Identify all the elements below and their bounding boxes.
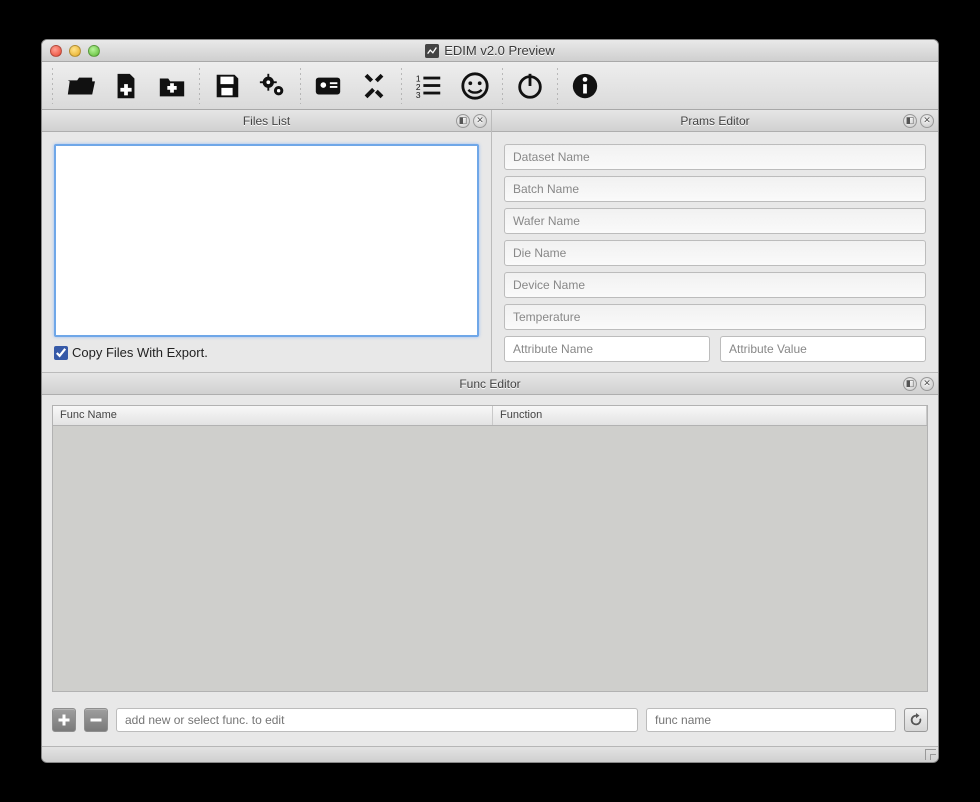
func-name-input[interactable] [646, 708, 896, 732]
tools-button[interactable] [355, 67, 393, 105]
refresh-icon [909, 713, 923, 727]
toolbar: 123 [42, 62, 938, 110]
func-table-header: Func Name Function [53, 406, 927, 426]
popout-panel-button[interactable]: ◧ [903, 114, 917, 128]
folder-open-icon [65, 71, 95, 101]
func-panel-header: Func Editor ◧ ✕ [42, 373, 938, 395]
id-card-button[interactable] [309, 67, 347, 105]
refresh-func-button[interactable] [904, 708, 928, 732]
app-icon [425, 44, 439, 58]
smile-icon [460, 71, 490, 101]
close-panel-button[interactable]: ✕ [473, 114, 487, 128]
func-panel-body: Func Name Function [42, 395, 938, 746]
toolbar-separator [300, 68, 301, 104]
id-card-icon [313, 71, 343, 101]
toolbar-separator [52, 68, 53, 104]
attribute-value-input[interactable] [720, 336, 926, 362]
add-func-button[interactable] [52, 708, 76, 732]
close-window-button[interactable] [50, 45, 62, 57]
popout-panel-button[interactable]: ◧ [903, 377, 917, 391]
function-column-header[interactable]: Function [493, 406, 927, 425]
toolbar-separator [199, 68, 200, 104]
copy-files-checkbox[interactable] [54, 346, 68, 360]
save-button[interactable] [208, 67, 246, 105]
prams-panel-title: Prams Editor [680, 114, 749, 128]
file-plus-icon [111, 71, 141, 101]
new-file-button[interactable] [107, 67, 145, 105]
folder-plus-icon [157, 71, 187, 101]
device-name-input[interactable] [504, 272, 926, 298]
func-edit-input[interactable] [116, 708, 638, 732]
func-table-body[interactable] [53, 426, 927, 691]
files-panel-title: Files List [243, 114, 290, 128]
window-controls [50, 45, 100, 57]
batch-name-input[interactable] [504, 176, 926, 202]
open-folder-button[interactable] [61, 67, 99, 105]
statusbar [42, 746, 938, 762]
close-panel-button[interactable]: ✕ [920, 114, 934, 128]
popout-panel-button[interactable]: ◧ [456, 114, 470, 128]
save-icon [212, 71, 242, 101]
func-panel-title: Func Editor [459, 377, 520, 391]
func-panel: Func Editor ◧ ✕ Func Name Function [42, 372, 938, 746]
plus-icon [58, 714, 70, 726]
app-window: EDIM v2.0 Preview 123 [41, 39, 939, 763]
titlebar: EDIM v2.0 Preview [42, 40, 938, 62]
svg-text:3: 3 [416, 90, 421, 100]
minus-icon [90, 714, 102, 726]
new-folder-button[interactable] [153, 67, 191, 105]
copy-files-label: Copy Files With Export. [72, 345, 208, 360]
func-name-column-header[interactable]: Func Name [53, 406, 493, 425]
tools-icon [359, 71, 389, 101]
files-list[interactable] [54, 144, 479, 337]
window-title: EDIM v2.0 Preview [425, 43, 555, 58]
toolbar-separator [502, 68, 503, 104]
close-panel-button[interactable]: ✕ [920, 377, 934, 391]
copy-files-checkbox-row[interactable]: Copy Files With Export. [54, 345, 479, 360]
prams-panel: Prams Editor ◧ ✕ [492, 110, 938, 372]
func-table[interactable]: Func Name Function [52, 405, 928, 692]
files-panel: Files List ◧ ✕ Copy Files With Export. [42, 110, 492, 372]
files-panel-header: Files List ◧ ✕ [42, 110, 491, 132]
remove-func-button[interactable] [84, 708, 108, 732]
window-title-text: EDIM v2.0 Preview [444, 43, 555, 58]
zoom-window-button[interactable] [88, 45, 100, 57]
die-name-input[interactable] [504, 240, 926, 266]
wafer-name-input[interactable] [504, 208, 926, 234]
power-button[interactable] [511, 67, 549, 105]
temperature-input[interactable] [504, 304, 926, 330]
info-icon [570, 71, 600, 101]
prams-panel-body [492, 132, 938, 372]
info-button[interactable] [566, 67, 604, 105]
settings-gears-button[interactable] [254, 67, 292, 105]
minimize-window-button[interactable] [69, 45, 81, 57]
prams-panel-header: Prams Editor ◧ ✕ [492, 110, 938, 132]
toolbar-separator [557, 68, 558, 104]
power-icon [515, 71, 545, 101]
func-footer [52, 704, 928, 736]
attribute-name-input[interactable] [504, 336, 710, 362]
numbered-list-button[interactable]: 123 [410, 67, 448, 105]
files-panel-body: Copy Files With Export. [42, 132, 491, 372]
top-panels-row: Files List ◧ ✕ Copy Files With Export. P… [42, 110, 938, 372]
dataset-name-input[interactable] [504, 144, 926, 170]
resize-grip[interactable] [924, 748, 936, 760]
smile-button[interactable] [456, 67, 494, 105]
list-icon: 123 [414, 71, 444, 101]
toolbar-separator [401, 68, 402, 104]
gears-icon [258, 71, 288, 101]
